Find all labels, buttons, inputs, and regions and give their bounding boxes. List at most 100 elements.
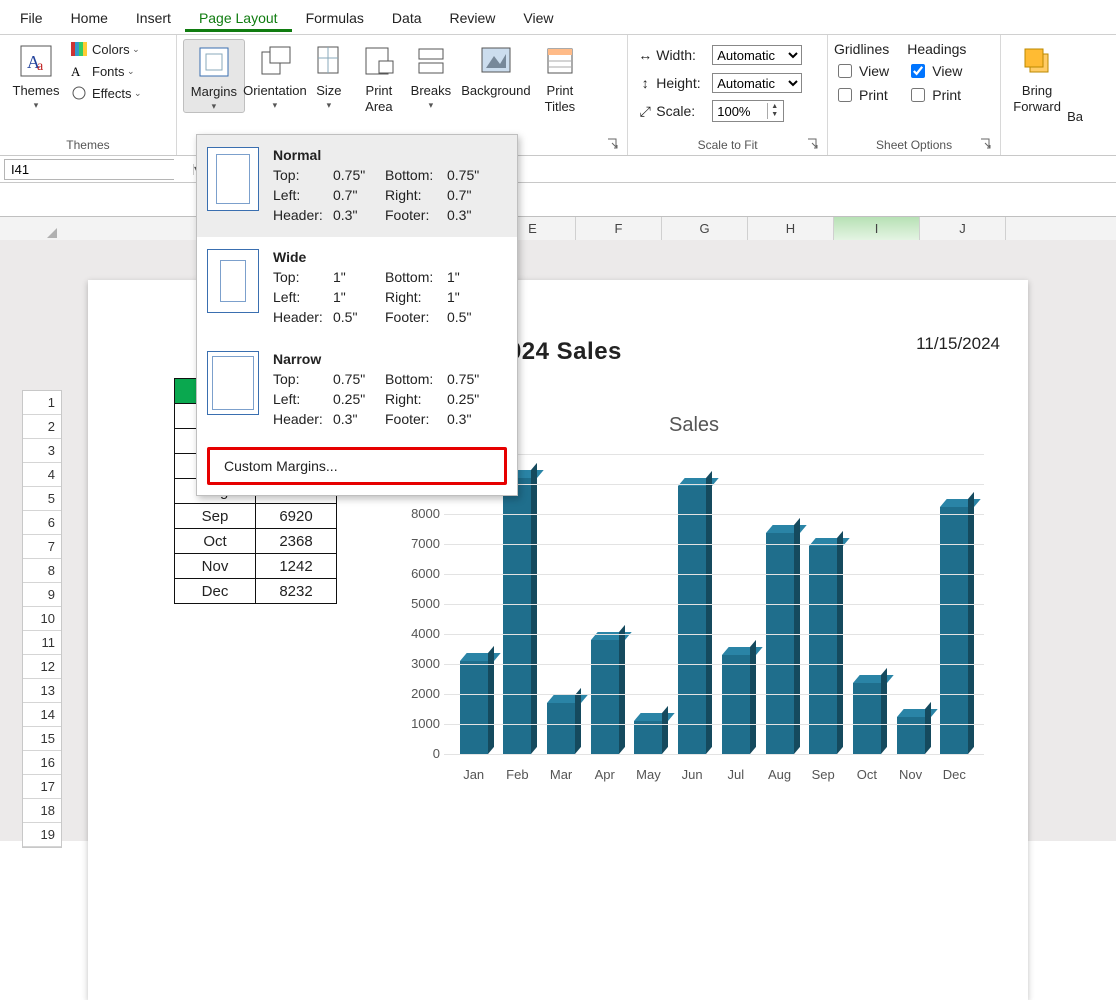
menu-view[interactable]: View	[509, 4, 567, 32]
custom-margins-button[interactable]: Custom Margins...	[207, 447, 507, 485]
background-button[interactable]: Background	[457, 39, 535, 99]
row-header[interactable]: 5	[23, 487, 61, 511]
themes-group-label: Themes	[6, 136, 170, 155]
effects-button[interactable]: Effects ⌄	[70, 85, 142, 101]
row-header[interactable]: 1	[23, 391, 61, 415]
dialog-launcher-icon[interactable]	[980, 138, 992, 150]
headings-print-checkbox[interactable]: Print	[907, 85, 966, 105]
menu-home[interactable]: Home	[57, 4, 122, 32]
orientation-button[interactable]: Orientation ▾	[245, 39, 305, 111]
size-button[interactable]: Size ▾	[305, 39, 353, 111]
m-value: 0.3"	[447, 205, 493, 225]
row-header[interactable]: 19	[23, 823, 61, 847]
cell-month: Dec	[175, 579, 256, 604]
x-tick-label: Apr	[583, 767, 627, 782]
m-label: Left:	[273, 389, 333, 409]
print-area-button[interactable]: Print Area	[353, 39, 405, 115]
m-label: Header:	[273, 307, 333, 327]
row-header[interactable]: 2	[23, 415, 61, 439]
print-titles-label: Print Titles	[545, 83, 576, 115]
table-row: Dec8232	[175, 579, 337, 604]
colors-button[interactable]: Colors ⌄	[70, 41, 142, 57]
m-value: 0.7"	[333, 185, 385, 205]
m-value: 0.75"	[333, 369, 385, 389]
orientation-label: Orientation	[243, 83, 307, 99]
x-tick-label: Feb	[495, 767, 539, 782]
row-header[interactable]: 8	[23, 559, 61, 583]
column-header[interactable]: J	[920, 217, 1006, 241]
name-box-input[interactable]	[5, 160, 193, 179]
row-header[interactable]: 7	[23, 535, 61, 559]
margins-preset-wide[interactable]: Wide Top:1"Bottom:1" Left:1"Right:1" Hea…	[197, 237, 517, 339]
row-header[interactable]: 17	[23, 775, 61, 799]
row-headers: 12345678910111213141516171819	[22, 390, 62, 848]
column-header[interactable]: I	[834, 217, 920, 241]
fonts-button[interactable]: AFonts ⌄	[70, 63, 142, 79]
print-area-label: Print Area	[365, 83, 392, 115]
menu-page-layout[interactable]: Page Layout	[185, 4, 292, 32]
breaks-button[interactable]: Breaks ▾	[405, 39, 457, 111]
dialog-launcher-icon[interactable]	[607, 138, 619, 150]
themes-icon: Aa	[19, 41, 53, 81]
m-label: Right:	[385, 389, 447, 409]
height-select[interactable]: Automatic	[712, 73, 802, 93]
row-header[interactable]: 16	[23, 751, 61, 775]
column-header[interactable]: H	[748, 217, 834, 241]
m-value: 0.75"	[447, 165, 493, 185]
row-header[interactable]: 6	[23, 511, 61, 535]
gridlines-print-checkbox[interactable]: Print	[834, 85, 889, 105]
row-header[interactable]: 13	[23, 679, 61, 703]
row-header[interactable]: 10	[23, 607, 61, 631]
select-all-corner[interactable]	[0, 216, 61, 242]
column-header[interactable]: G	[662, 217, 748, 241]
row-header[interactable]: 15	[23, 727, 61, 751]
chart-bar	[809, 546, 837, 754]
height-icon: ↕	[634, 75, 656, 91]
chart-bar	[766, 533, 794, 754]
row-header[interactable]: 4	[23, 463, 61, 487]
margins-preset-normal[interactable]: Normal Top:0.75"Bottom:0.75" Left:0.7"Ri…	[197, 135, 517, 237]
y-tick-label: 3000	[400, 656, 440, 671]
row-header[interactable]: 3	[23, 439, 61, 463]
row-header[interactable]: 14	[23, 703, 61, 727]
margins-thumb-icon	[207, 249, 259, 313]
menu-insert[interactable]: Insert	[122, 4, 185, 32]
row-header[interactable]: 12	[23, 655, 61, 679]
gridlines-view-label: View	[859, 63, 889, 79]
spinner-up-icon[interactable]: ▲	[767, 103, 781, 111]
row-header[interactable]: 11	[23, 631, 61, 655]
m-label: Top:	[273, 369, 333, 389]
margins-button[interactable]: Margins ▾	[183, 39, 245, 113]
y-tick-label: 8000	[400, 506, 440, 521]
chart-bar	[503, 478, 531, 754]
gridlines-view-checkbox[interactable]: View	[834, 61, 889, 81]
bring-forward-button[interactable]: Bring Forward	[1007, 39, 1067, 115]
scale-spinner[interactable]: ▲▼	[712, 100, 784, 122]
margins-preset-narrow[interactable]: Narrow Top:0.75"Bottom:0.75" Left:0.25"R…	[197, 339, 517, 441]
dialog-launcher-icon[interactable]	[807, 138, 819, 150]
spinner-down-icon[interactable]: ▼	[767, 111, 781, 119]
menu-file[interactable]: File	[6, 4, 57, 32]
chevron-down-icon: ▾	[34, 100, 39, 111]
chart-bar	[897, 717, 925, 754]
row-header[interactable]: 9	[23, 583, 61, 607]
truncated-label: Ba	[1067, 39, 1083, 124]
m-value: 1"	[447, 287, 493, 307]
table-row: Sep6920	[175, 504, 337, 529]
effects-label: Effects	[92, 86, 132, 101]
column-header[interactable]: F	[576, 217, 662, 241]
cell-value: 8232	[256, 579, 337, 604]
width-select[interactable]: Automatic	[712, 45, 802, 65]
row-header[interactable]: 18	[23, 799, 61, 823]
menu-formulas[interactable]: Formulas	[292, 4, 378, 32]
x-tick-label: May	[626, 767, 670, 782]
menu-review[interactable]: Review	[436, 4, 510, 32]
menu-data[interactable]: Data	[378, 4, 436, 32]
bring-forward-icon	[1022, 41, 1052, 81]
name-box[interactable]: ▾	[4, 159, 174, 180]
print-titles-button[interactable]: Print Titles	[535, 39, 585, 115]
headings-view-checkbox[interactable]: View	[907, 61, 966, 81]
breaks-label: Breaks	[411, 83, 451, 99]
themes-button[interactable]: Aa Themes ▾	[6, 39, 66, 111]
scale-input[interactable]	[713, 103, 767, 120]
